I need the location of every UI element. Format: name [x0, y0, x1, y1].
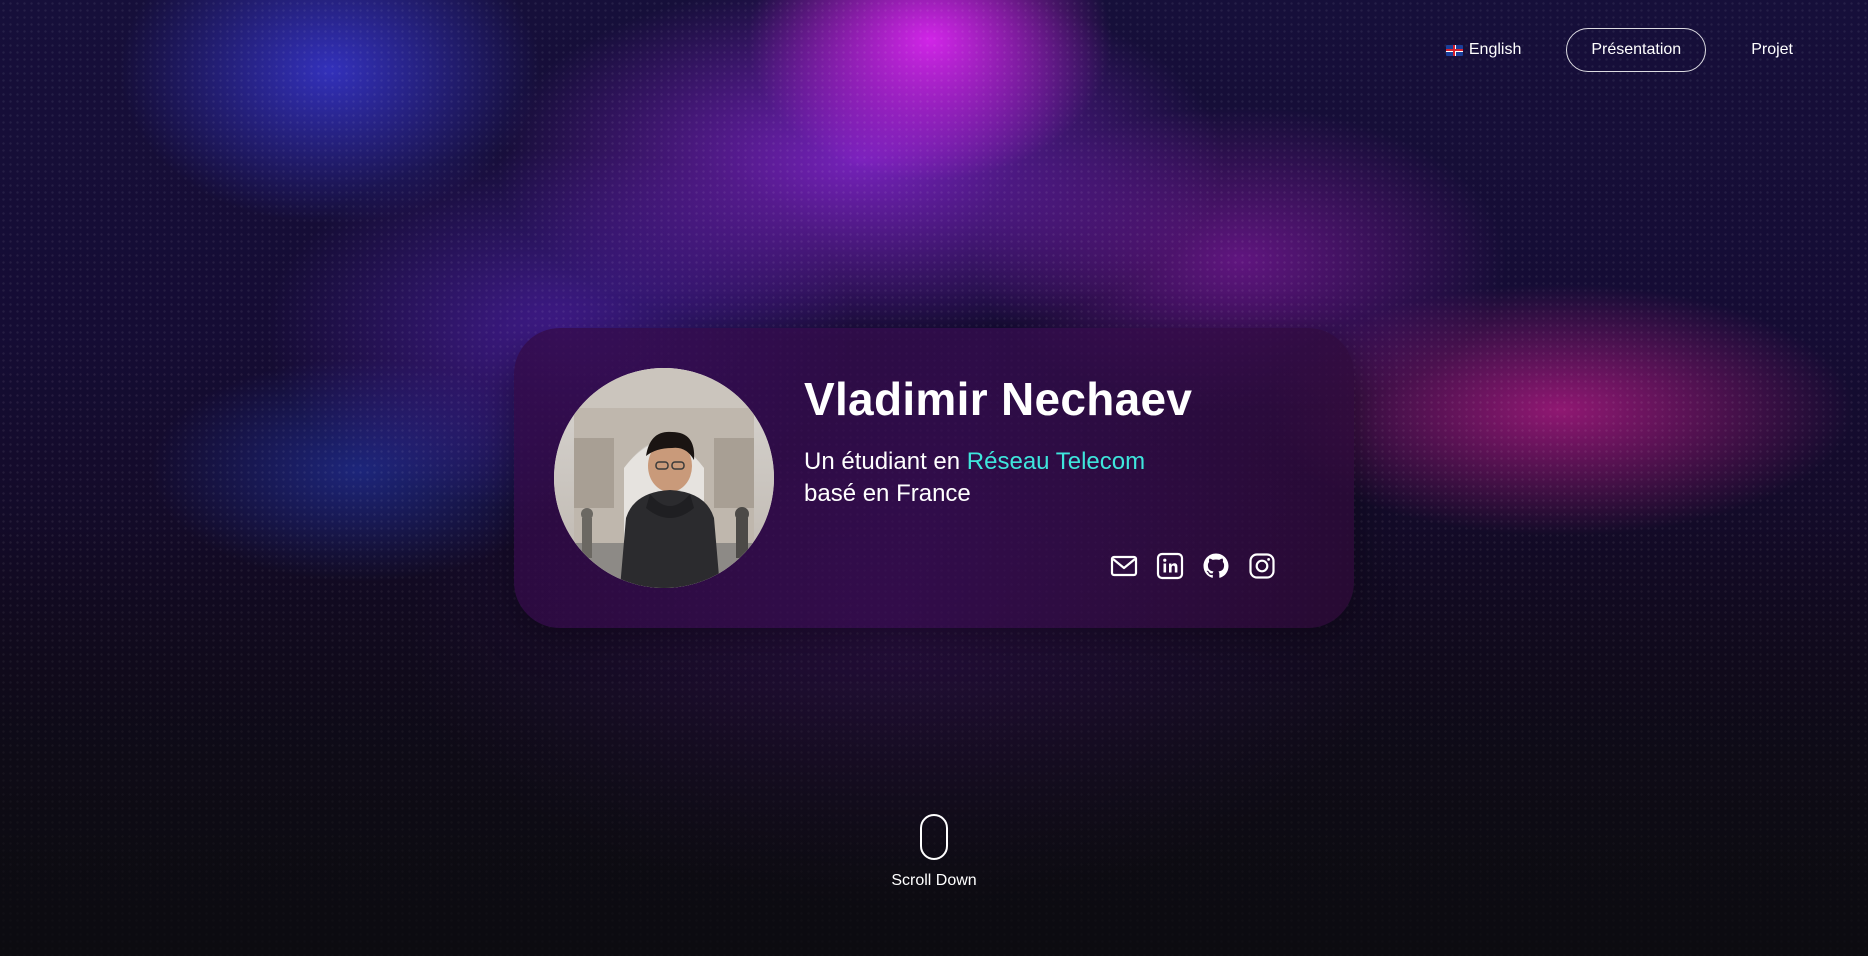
instagram-link[interactable] — [1246, 550, 1278, 582]
avatar — [554, 368, 774, 588]
nav-item-projet[interactable]: Projet — [1726, 28, 1818, 72]
tagline-highlight: Réseau Telecom — [966, 448, 1146, 475]
tagline-prefix: Un étudiant en — [804, 448, 967, 475]
tagline-suffix: basé en France — [804, 480, 971, 507]
scroll-down-label: Scroll Down — [891, 872, 977, 889]
nav-item-presentation[interactable]: Présentation — [1566, 28, 1707, 72]
top-nav: English Présentation Projet — [1421, 28, 1818, 72]
mouse-icon — [920, 814, 948, 860]
email-link[interactable] — [1108, 550, 1140, 582]
language-label: English — [1468, 41, 1522, 58]
profile-card: Vladimir Nechaev Un étudiant en Réseau T… — [514, 328, 1354, 628]
scroll-down-indicator[interactable]: Scroll Down — [874, 814, 994, 890]
linkedin-link[interactable] — [1154, 550, 1186, 582]
github-icon — [1203, 553, 1229, 578]
uk-flag-icon — [1445, 44, 1463, 56]
linkedin-icon — [1156, 552, 1184, 580]
social-links — [1108, 550, 1278, 582]
profile-tagline: Un étudiant en Réseau Telecom basé en Fr… — [804, 446, 1264, 510]
profile-name: Vladimir Nechaev — [804, 373, 1193, 425]
github-link[interactable] — [1200, 550, 1232, 582]
language-switch[interactable]: English — [1421, 28, 1546, 72]
instagram-icon — [1249, 553, 1275, 579]
mail-icon — [1110, 555, 1138, 577]
profile-photo — [554, 368, 774, 588]
hero-section: English Présentation Projet Vladimir Nec… — [0, 0, 1868, 956]
